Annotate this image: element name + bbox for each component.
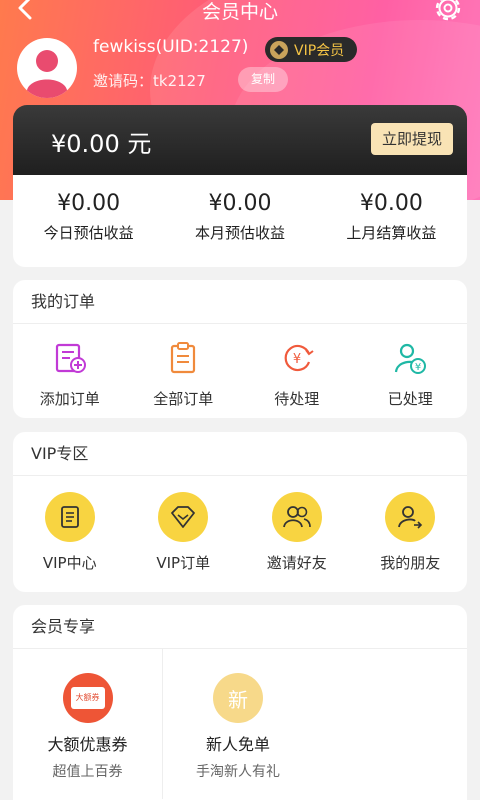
document-icon	[60, 506, 79, 528]
gear-icon[interactable]	[432, 0, 464, 24]
coupon-icon: 大额券	[62, 673, 113, 723]
vip-order[interactable]: VIP订单	[127, 476, 241, 573]
perk-big-coupon[interactable]: 大额券 大额优惠券 超值上百券	[13, 649, 163, 799]
top-bar: 会员中心	[0, 0, 480, 24]
pending-yuan-icon: ¥	[284, 344, 314, 372]
vip-label: VIP中心	[42, 554, 97, 572]
earning-value: ¥0.00	[359, 191, 423, 216]
order-processed[interactable]: ¥ 已处理	[354, 324, 468, 409]
invite-code: 邀请码：tk2127	[93, 72, 206, 90]
perks-row: 大额券 大额优惠券 超值上百券 新 新人免单 手淘新人有礼	[13, 649, 467, 799]
processed-user-icon: ¥	[395, 343, 427, 374]
earning-last-month[interactable]: ¥0.00 上月结算收益	[316, 175, 467, 267]
perk-newbie-free[interactable]: 新 新人免单 手淘新人有礼	[163, 649, 313, 799]
order-label: 全部订单	[153, 390, 214, 408]
order-label: 待处理	[274, 390, 320, 408]
coupon-icon-text: 大额券	[70, 687, 105, 709]
new-icon: 新	[213, 673, 263, 723]
section-title: 我的订单	[13, 280, 467, 324]
perk-title: 大额优惠券	[47, 735, 128, 754]
earnings-summary: ¥0.00 今日预估收益 ¥0.00 本月预估收益 ¥0.00 上月结算收益	[13, 175, 467, 267]
earning-label: 今日预估收益	[43, 224, 134, 242]
page-title: 会员中心	[201, 1, 278, 23]
default-avatar-icon	[19, 40, 75, 98]
order-label: 添加订单	[39, 390, 100, 408]
earning-this-month[interactable]: ¥0.00 本月预估收益	[164, 175, 315, 267]
vip-center[interactable]: VIP中心	[13, 476, 127, 573]
svg-text:¥: ¥	[293, 352, 301, 367]
vip-label: VIP订单	[156, 554, 211, 572]
orders-grid: 添加订单 全部订单 ¥ 待处理 ¥ 已处理	[13, 324, 467, 409]
balance-card: ¥0.00 元 立即提现	[13, 105, 467, 175]
vip-my-friends[interactable]: 我的朋友	[354, 476, 468, 573]
earning-today[interactable]: ¥0.00 今日预估收益	[13, 175, 164, 267]
section-title: 会员专享	[13, 605, 467, 649]
vip-label: 我的朋友	[380, 554, 441, 572]
order-all[interactable]: 全部订单	[127, 324, 241, 409]
earning-label: 上月结算收益	[346, 224, 437, 242]
perk-subtitle: 手淘新人有礼	[196, 764, 280, 780]
vip-grid: VIP中心 VIP订单 邀请好友 我的朋友	[13, 476, 467, 573]
vip-invite-friends[interactable]: 邀请好友	[240, 476, 354, 573]
earning-label: 本月预估收益	[194, 224, 285, 242]
vip-badge-label: VIP会员	[294, 42, 345, 59]
my-orders-card: 我的订单 添加订单 全部订单 ¥ 待处理 ¥ 已处理	[13, 280, 467, 418]
vip-label: 邀请好友	[266, 554, 327, 572]
earning-value: ¥0.00	[208, 191, 272, 216]
add-order-icon	[55, 343, 86, 373]
vip-diamond-icon	[270, 40, 288, 59]
withdraw-button[interactable]: 立即提现	[371, 123, 453, 155]
avatar[interactable]	[17, 38, 77, 98]
order-pending[interactable]: ¥ 待处理	[240, 324, 354, 409]
clipboard-icon	[171, 342, 196, 374]
earning-value: ¥0.00	[57, 191, 121, 216]
users-icon	[282, 506, 311, 528]
section-title: VIP专区	[13, 432, 467, 476]
vip-zone-card: VIP专区 VIP中心 VIP订单 邀请好友 我的朋友	[13, 432, 467, 592]
diamond-icon	[171, 506, 196, 528]
copy-button[interactable]: 复制	[238, 67, 288, 92]
perk-subtitle: 超值上百券	[52, 764, 123, 780]
friend-icon	[398, 506, 423, 529]
svg-text:¥: ¥	[415, 362, 421, 373]
order-label: 已处理	[387, 390, 433, 408]
perk-title: 新人免单	[205, 735, 270, 754]
order-add[interactable]: 添加订单	[13, 324, 127, 409]
vip-badge: VIP会员	[265, 37, 357, 62]
username: fewkiss(UID:2127)	[93, 37, 249, 57]
balance-amount: ¥0.00 元	[51, 130, 152, 158]
member-perks-card: 会员专享 大额券 大额优惠券 超值上百券 新 新人免单 手淘新人有礼	[13, 605, 467, 800]
